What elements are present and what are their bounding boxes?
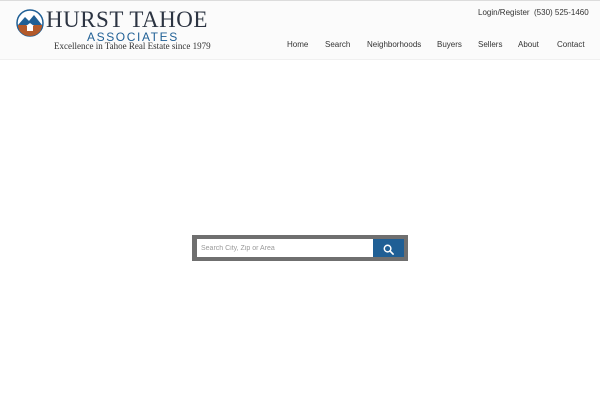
nav-item-buyers[interactable]: Buyers bbox=[437, 40, 462, 49]
phone-number[interactable]: (530) 525-1460 bbox=[534, 8, 589, 17]
search-icon bbox=[383, 244, 394, 255]
nav-item-sellers[interactable]: Sellers bbox=[478, 40, 502, 49]
nav-item-search[interactable]: Search bbox=[325, 40, 350, 49]
nav-item-contact[interactable]: Contact bbox=[557, 40, 585, 49]
brand-tagline: Excellence in Tahoe Real Estate since 19… bbox=[54, 41, 211, 51]
search-button[interactable] bbox=[373, 239, 404, 257]
login-register-link[interactable]: Login/Register bbox=[478, 8, 530, 17]
nav-item-neighborhoods[interactable]: Neighborhoods bbox=[367, 40, 421, 49]
search-input[interactable] bbox=[197, 239, 373, 257]
site-header: HURST TAHOE ASSOCIATES Excellence in Tah… bbox=[0, 1, 600, 60]
nav-item-about[interactable]: About bbox=[518, 40, 539, 49]
site-logo[interactable]: HURST TAHOE ASSOCIATES Excellence in Tah… bbox=[16, 7, 211, 53]
nav-item-home[interactable]: Home bbox=[287, 40, 308, 49]
mountain-house-icon bbox=[16, 9, 44, 37]
